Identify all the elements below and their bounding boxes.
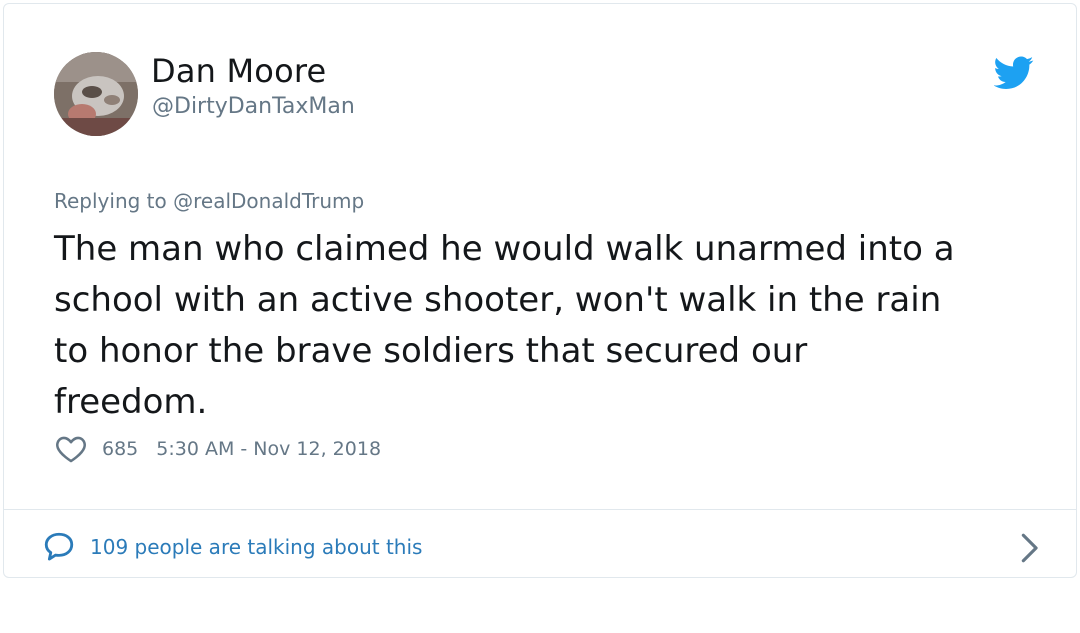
talking-about-text[interactable]: 109 people are talking about this xyxy=(90,535,422,559)
heart-outline-icon[interactable] xyxy=(54,432,88,466)
avatar[interactable] xyxy=(54,52,138,136)
reply-prefix: Replying to xyxy=(54,189,167,213)
divider xyxy=(4,509,1076,510)
tweet-text: The man who claimed he would walk unarme… xyxy=(54,229,955,422)
author-handle[interactable]: @DirtyDanTaxMan xyxy=(152,94,355,119)
reply-mention-link[interactable]: @realDonaldTrump xyxy=(173,189,364,213)
chevron-right-icon[interactable] xyxy=(1016,531,1042,565)
twitter-bird-icon[interactable] xyxy=(994,56,1034,90)
like-count[interactable]: 685 xyxy=(102,438,138,460)
speech-bubble-icon xyxy=(44,532,74,561)
reply-context: Replying to @realDonaldTrump xyxy=(54,189,364,213)
tweet-meta: 685 5:30 AM - Nov 12, 2018 xyxy=(54,431,381,467)
page: Dan Moore @DirtyDanTaxMan Replying to @r… xyxy=(0,0,1080,633)
talking-about-link[interactable]: 109 people are talking about this xyxy=(42,527,422,567)
tweet-card[interactable]: Dan Moore @DirtyDanTaxMan Replying to @r… xyxy=(3,3,1077,578)
avatar-image xyxy=(54,52,138,136)
tweet-timestamp[interactable]: 5:30 AM - Nov 12, 2018 xyxy=(156,438,381,460)
author-name[interactable]: Dan Moore xyxy=(151,52,326,90)
